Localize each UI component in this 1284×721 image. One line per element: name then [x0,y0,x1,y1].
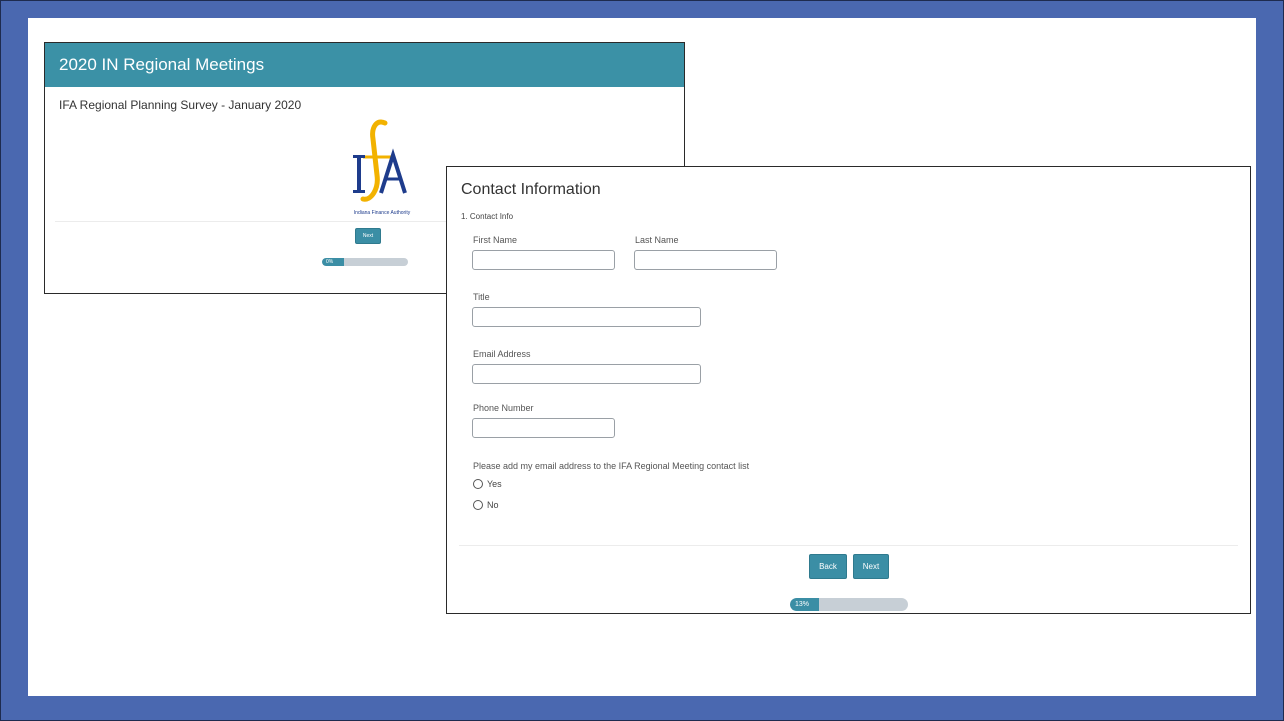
option-no[interactable]: No [473,500,499,510]
intro-progress-bar: 0% [322,258,408,266]
option-no-label: No [487,500,499,510]
option-yes-label: Yes [487,479,502,489]
option-yes[interactable]: Yes [473,479,502,489]
logo-caption: Indiana Finance Authority [353,210,411,216]
radio-button[interactable] [473,500,483,510]
intro-progress-fill: 0% [322,258,344,266]
progress-label: 13% [795,601,810,608]
survey-header: 2020 IN Regional Meetings [45,43,684,87]
phone-label: Phone Number [473,403,534,413]
survey-title: IFA Regional Planning Survey - January 2… [59,98,302,112]
title-input[interactable] [472,307,701,327]
first-name-label: First Name [473,235,518,245]
email-input[interactable] [472,364,701,384]
intro-progress-label: 0% [326,259,334,265]
last-name-label: Last Name [635,235,679,245]
phone-input[interactable] [472,418,615,438]
divider [459,545,1238,546]
back-button[interactable]: Back [809,554,847,579]
next-button[interactable]: Next [853,554,889,579]
ifa-logo-mark [353,119,407,202]
contact-info-window: Contact Information 1. Contact Info Firs… [446,166,1251,614]
first-name-input[interactable] [472,250,615,270]
progress-fill: 13% [790,598,819,611]
last-name-input[interactable] [634,250,777,270]
title-label: Title [473,292,490,302]
page-title: Contact Information [461,181,601,198]
ifa-logo: Indiana Finance Authority [341,117,421,221]
contact-list-question: Please add my email address to the IFA R… [473,461,750,471]
email-label: Email Address [473,349,531,359]
question-title: 1. Contact Info [461,212,514,221]
radio-button[interactable] [473,479,483,489]
intro-next-button[interactable]: Next [355,228,381,244]
progress-bar: 13% [790,598,908,611]
